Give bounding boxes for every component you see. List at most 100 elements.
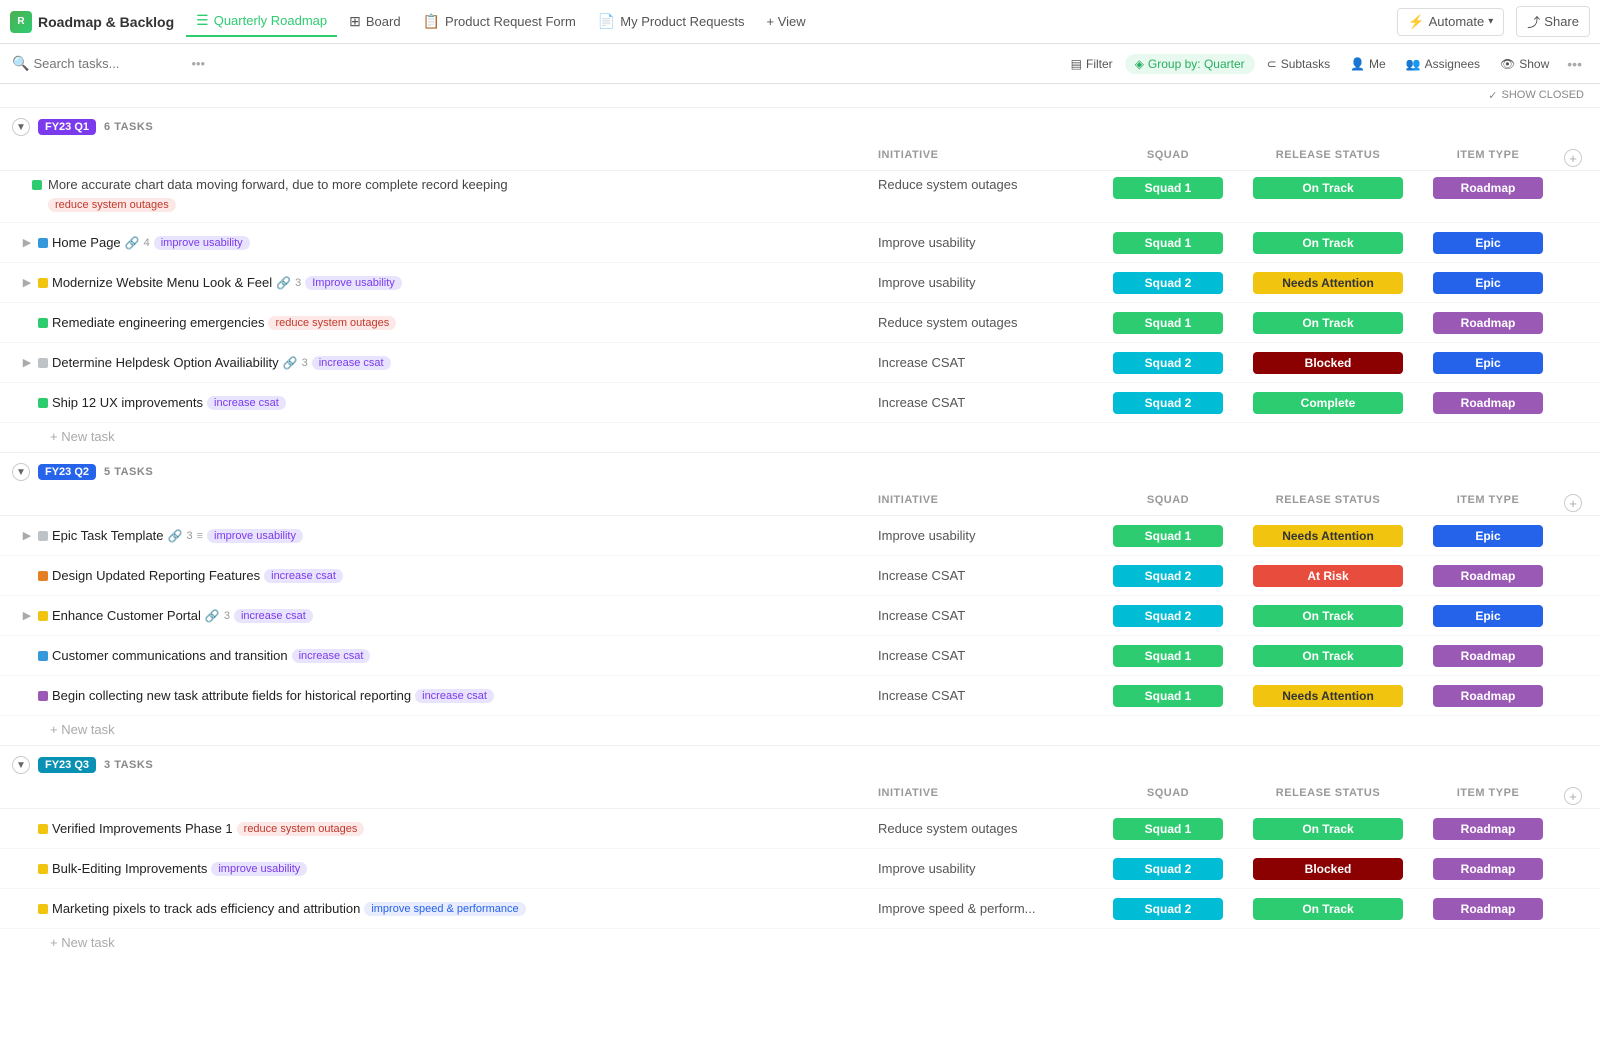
collapse-button-q1[interactable]: ▼: [12, 118, 30, 136]
quarter-section-q3: ▼ FY23 Q3 3 TASKS INITIATIVE SQUAD RELEA…: [0, 745, 1600, 958]
subtasks-button[interactable]: ⊂ Subtasks: [1259, 53, 1338, 75]
me-button[interactable]: 👤 Me: [1342, 53, 1394, 75]
th-initiative: INITIATIVE: [878, 494, 1098, 512]
show-button[interactable]: 👁 Show: [1492, 53, 1557, 75]
status-badge[interactable]: Blocked: [1253, 352, 1403, 374]
item-badge[interactable]: Epic: [1433, 525, 1543, 547]
item-badge[interactable]: Roadmap: [1433, 685, 1543, 707]
add-view-button[interactable]: + View: [757, 9, 816, 34]
task-row: Remediate engineering emergencies reduce…: [0, 303, 1600, 343]
item-badge[interactable]: Epic: [1433, 605, 1543, 627]
show-closed-bar[interactable]: ✓ SHOW CLOSED: [0, 84, 1600, 108]
item-badge[interactable]: Epic: [1433, 352, 1543, 374]
app-logo[interactable]: R Roadmap & Backlog: [10, 11, 174, 33]
item-badge[interactable]: Roadmap: [1433, 858, 1543, 880]
new-task-q1[interactable]: + New task: [0, 423, 1600, 452]
status-badge[interactable]: Complete: [1253, 392, 1403, 414]
assignees-button[interactable]: 👥 Assignees: [1398, 53, 1488, 75]
nav-tab-my-product-requests[interactable]: 📄 My Product Requests: [588, 7, 755, 36]
status-badge[interactable]: On Track: [1253, 312, 1403, 334]
th-add-q2[interactable]: +: [1558, 494, 1588, 512]
th-add[interactable]: +: [1558, 149, 1588, 167]
squad-badge[interactable]: Squad 1: [1113, 685, 1223, 707]
status-badge[interactable]: On Track: [1253, 232, 1403, 254]
task-badge[interactable]: reduce system outages: [237, 822, 365, 836]
expand-icon[interactable]: ▶: [20, 529, 34, 543]
status-badge[interactable]: Needs Attention: [1253, 685, 1403, 707]
squad-badge[interactable]: Squad 1: [1113, 818, 1223, 840]
item-badge[interactable]: Epic: [1433, 272, 1543, 294]
squad-badge[interactable]: Squad 1: [1113, 525, 1223, 547]
item-badge[interactable]: Roadmap: [1433, 312, 1543, 334]
item-badge[interactable]: Roadmap: [1433, 565, 1543, 587]
item-badge[interactable]: Roadmap: [1433, 645, 1543, 667]
nav-tab-quarterly[interactable]: ☰ Quarterly Roadmap: [186, 6, 337, 37]
status-badge[interactable]: On Track: [1253, 818, 1403, 840]
task-badge[interactable]: increase csat: [207, 396, 286, 410]
task-badge[interactable]: increase csat: [292, 649, 371, 663]
th-item-type: ITEM TYPE: [1418, 494, 1558, 512]
subtask-icon: 🔗: [276, 276, 291, 290]
task-row: ▶ Determine Helpdesk Option Availiabilit…: [0, 343, 1600, 383]
expand-icon[interactable]: ▶: [20, 609, 34, 623]
squad-badge[interactable]: Squad 1: [1113, 232, 1223, 254]
status-badge[interactable]: At Risk: [1253, 565, 1403, 587]
expand-icon[interactable]: ▶: [20, 236, 34, 250]
desc-badge[interactable]: reduce system outages: [48, 198, 176, 212]
status-badge[interactable]: On Track: [1253, 898, 1403, 920]
collapse-button-q3[interactable]: ▼: [12, 756, 30, 774]
task-badge[interactable]: increase csat: [415, 689, 494, 703]
group-by-button[interactable]: ◈ Group by: Quarter: [1125, 54, 1255, 74]
nav-tab-board[interactable]: ⊞ Board: [339, 7, 410, 36]
task-badge[interactable]: improve usability: [211, 862, 307, 876]
search-icon: 🔍: [12, 55, 29, 72]
task-badge[interactable]: increase csat: [234, 609, 313, 623]
task-badge[interactable]: increase csat: [312, 356, 391, 370]
subtasks-icon: ⊂: [1267, 57, 1277, 71]
expand-icon[interactable]: ▶: [20, 356, 34, 370]
new-task-q3[interactable]: + New task: [0, 929, 1600, 958]
share-button[interactable]: ⤴ Share: [1516, 6, 1590, 37]
desc-status[interactable]: On Track: [1253, 177, 1403, 199]
task-badge[interactable]: Improve usability: [305, 276, 402, 290]
nav-tab-product-request-form[interactable]: 📋 Product Request Form: [413, 7, 586, 36]
item-badge[interactable]: Epic: [1433, 232, 1543, 254]
squad-badge[interactable]: Squad 2: [1113, 898, 1223, 920]
search-input[interactable]: [33, 56, 183, 71]
toolbar-more-dots[interactable]: •••: [187, 56, 209, 71]
automate-button[interactable]: ⚡ Automate ▾: [1397, 8, 1504, 36]
squad-badge[interactable]: Squad 1: [1113, 312, 1223, 334]
table-header-q1: INITIATIVE SQUAD RELEASE STATUS ITEM TYP…: [0, 146, 1600, 171]
status-badge[interactable]: On Track: [1253, 645, 1403, 667]
status-badge[interactable]: Needs Attention: [1253, 525, 1403, 547]
item-badge[interactable]: Roadmap: [1433, 818, 1543, 840]
squad-badge[interactable]: Squad 2: [1113, 565, 1223, 587]
task-badge[interactable]: improve usability: [207, 529, 303, 543]
squad-badge[interactable]: Squad 2: [1113, 392, 1223, 414]
status-badge[interactable]: Needs Attention: [1253, 272, 1403, 294]
status-badge[interactable]: Blocked: [1253, 858, 1403, 880]
collapse-button-q2[interactable]: ▼: [12, 463, 30, 481]
th-add-q3[interactable]: +: [1558, 787, 1588, 805]
expand-icon[interactable]: ▶: [20, 276, 34, 290]
filter-button[interactable]: ▤ Filter: [1063, 53, 1121, 75]
new-task-q2[interactable]: + New task: [0, 716, 1600, 745]
task-name-label: Marketing pixels to track ads efficiency…: [52, 901, 360, 916]
squad-badge[interactable]: Squad 2: [1113, 605, 1223, 627]
item-badge[interactable]: Roadmap: [1433, 898, 1543, 920]
toolbar-overflow-button[interactable]: •••: [1561, 52, 1588, 76]
task-badge[interactable]: increase csat: [264, 569, 343, 583]
squad-badge[interactable]: Squad 2: [1113, 352, 1223, 374]
squad-badge[interactable]: Squad 2: [1113, 272, 1223, 294]
desc-squad[interactable]: Squad 1: [1113, 177, 1223, 199]
form-icon: 📋: [423, 13, 440, 30]
squad-badge[interactable]: Squad 2: [1113, 858, 1223, 880]
status-badge[interactable]: On Track: [1253, 605, 1403, 627]
desc-item[interactable]: Roadmap: [1433, 177, 1543, 199]
item-badge[interactable]: Roadmap: [1433, 392, 1543, 414]
task-badge[interactable]: reduce system outages: [268, 316, 396, 330]
task-badge-improve[interactable]: improve usability: [154, 236, 250, 250]
task-badge[interactable]: improve speed & performance: [364, 902, 525, 916]
task-row: Bulk-Editing Improvements improve usabil…: [0, 849, 1600, 889]
squad-badge[interactable]: Squad 1: [1113, 645, 1223, 667]
